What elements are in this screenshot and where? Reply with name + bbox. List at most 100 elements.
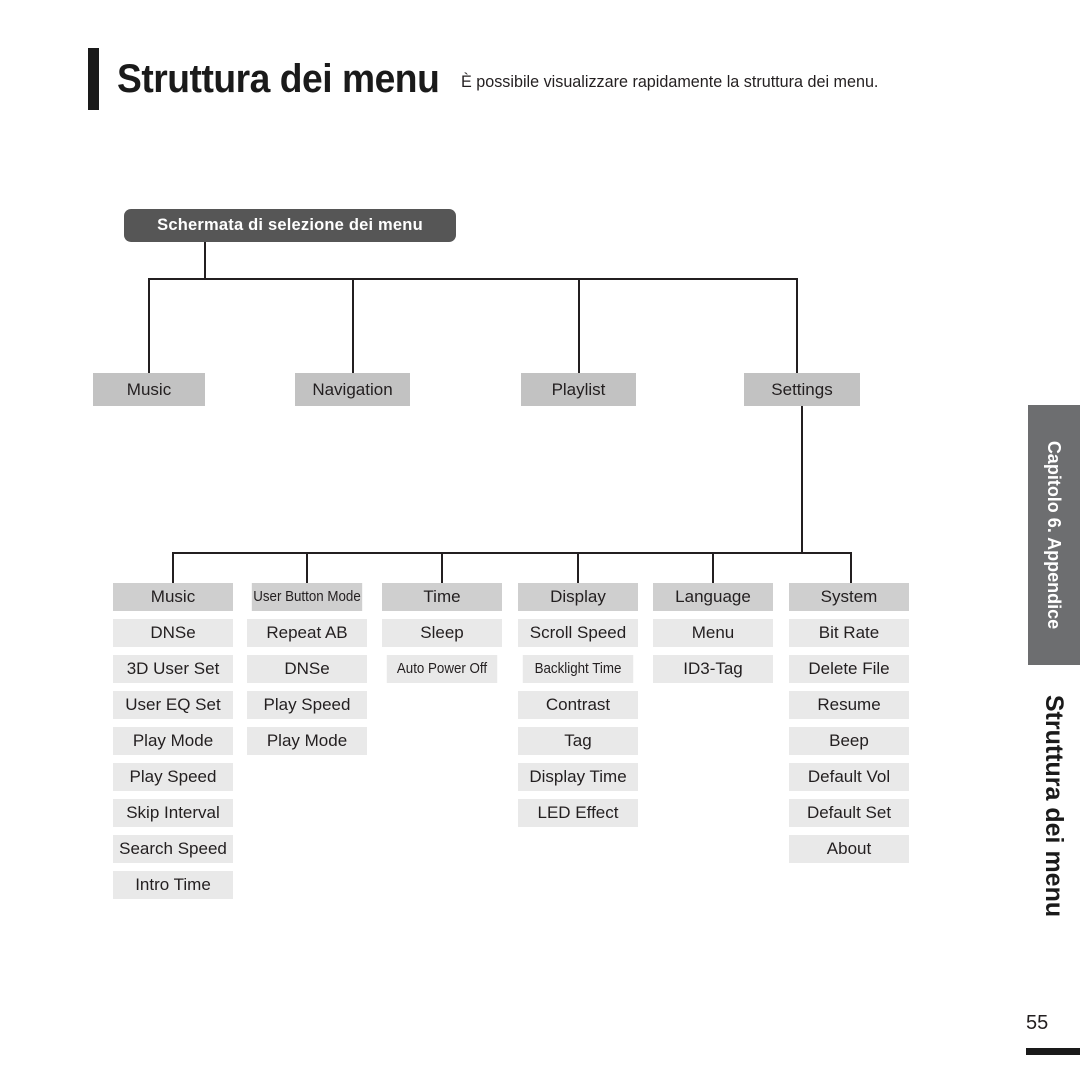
level2-item-dnse[interactable]: DNSe [113, 619, 233, 647]
level2-header-label: Music [150, 587, 196, 606]
page-header: Struttura dei menu È possibile visualizz… [0, 0, 1080, 140]
level2-item-label: ID3-Tag [683, 659, 743, 678]
level2-header-system[interactable]: System [789, 583, 909, 611]
level2-item-label: Backlight Time [534, 661, 622, 677]
level2-item-label: 3D User Set [126, 659, 220, 678]
chapter-tab-label: Capitolo 6. Appendice [1044, 440, 1064, 630]
level2-item-label: Menu [691, 623, 735, 642]
connector-level2-bus [172, 552, 852, 554]
level2-column-display: Display Scroll Speed Backlight Time Cont… [518, 583, 638, 827]
connector-level1-bus [148, 278, 796, 280]
level2-item-label: Sleep [420, 623, 464, 642]
level1-box-playlist[interactable]: Playlist [521, 373, 636, 406]
level1-label-music: Music [126, 379, 172, 399]
level1-label-settings: Settings [771, 379, 833, 399]
connector-drop-language [712, 552, 714, 583]
level2-item-label: Intro Time [135, 875, 211, 894]
level2-item-skip-interval[interactable]: Skip Interval [113, 799, 233, 827]
connector-drop-navigation [352, 278, 354, 373]
level2-header-display[interactable]: Display [518, 583, 638, 611]
level2-item-sleep[interactable]: Sleep [382, 619, 502, 647]
level2-header-label: System [820, 587, 878, 606]
level2-item-label: Play Speed [263, 695, 351, 714]
level2-item-label: Play Mode [132, 731, 214, 750]
level2-item-tag[interactable]: Tag [518, 727, 638, 755]
level2-item-label: DNSe [150, 623, 196, 642]
connector-settings-stem [801, 406, 803, 553]
level2-header-time[interactable]: Time [382, 583, 502, 611]
chapter-tab: Capitolo 6. Appendice [1028, 405, 1080, 665]
page-title: Struttura dei menu [117, 57, 440, 101]
level2-item-play-mode[interactable]: Play Mode [247, 727, 367, 755]
level2-item-menu[interactable]: Menu [653, 619, 773, 647]
level2-item-label: Search Speed [119, 839, 227, 858]
level2-item-delete-file[interactable]: Delete File [789, 655, 909, 683]
level2-item-resume[interactable]: Resume [789, 691, 909, 719]
level2-item-label: Default Set [806, 803, 892, 822]
level2-item-3d-user-set[interactable]: 3D User Set [113, 655, 233, 683]
level2-item-scroll-speed[interactable]: Scroll Speed [518, 619, 638, 647]
level2-item-bit-rate[interactable]: Bit Rate [789, 619, 909, 647]
level2-column-music: Music DNSe 3D User Set User EQ Set Play … [113, 583, 233, 899]
level2-item-label: Delete File [808, 659, 890, 678]
level2-item-label: Auto Power Off [396, 661, 488, 677]
level2-item-label: Default Vol [807, 767, 891, 786]
page-subtitle: È possibile visualizzare rapidamente la … [461, 72, 879, 91]
level2-item-label: Resume [817, 695, 881, 714]
connector-drop-playlist [578, 278, 580, 373]
header-accent-bar [88, 48, 99, 110]
level2-item-label: Repeat AB [266, 623, 348, 642]
level2-header-label: User Button Mode [253, 589, 361, 605]
root-node-label: Schermata di selezione dei menu [157, 216, 423, 234]
level2-item-label: LED Effect [537, 803, 619, 822]
level2-item-search-speed[interactable]: Search Speed [113, 835, 233, 863]
level2-item-backlight-time[interactable]: Backlight Time [522, 655, 634, 683]
level2-item-play-speed[interactable]: Play Speed [113, 763, 233, 791]
level2-item-play-speed[interactable]: Play Speed [247, 691, 367, 719]
level2-item-play-mode[interactable]: Play Mode [113, 727, 233, 755]
level2-item-label: Tag [564, 731, 592, 750]
level2-header-label: Display [550, 587, 606, 606]
level2-item-default-vol[interactable]: Default Vol [789, 763, 909, 791]
level2-item-display-time[interactable]: Display Time [518, 763, 638, 791]
level2-item-label: Beep [829, 731, 869, 750]
connector-drop-music [148, 278, 150, 373]
connector-root-stem [204, 242, 206, 279]
level2-item-id3-tag[interactable]: ID3-Tag [653, 655, 773, 683]
level2-item-label: Play Mode [266, 731, 348, 750]
level2-item-led-effect[interactable]: LED Effect [518, 799, 638, 827]
level2-item-contrast[interactable]: Contrast [518, 691, 638, 719]
level1-box-settings[interactable]: Settings [744, 373, 860, 406]
level1-box-navigation[interactable]: Navigation [295, 373, 410, 406]
level2-item-label: Bit Rate [818, 623, 880, 642]
level2-item-label: Contrast [545, 695, 611, 714]
level2-column-time: Time Sleep Auto Power Off [382, 583, 502, 683]
level2-item-repeat-ab[interactable]: Repeat AB [247, 619, 367, 647]
connector-drop-user-button-mode [306, 552, 308, 583]
level2-item-user-eq-set[interactable]: User EQ Set [113, 691, 233, 719]
level2-item-about[interactable]: About [789, 835, 909, 863]
level2-item-label: Skip Interval [126, 803, 220, 822]
level2-item-label: Display Time [529, 767, 627, 786]
level2-header-user-button-mode[interactable]: User Button Mode [251, 583, 363, 611]
level2-header-language[interactable]: Language [653, 583, 773, 611]
connector-drop-music-sub [172, 552, 174, 583]
level1-label-playlist: Playlist [551, 379, 606, 399]
level2-item-label: About [826, 839, 872, 858]
level2-item-label: DNSe [284, 659, 330, 678]
connector-drop-time [441, 552, 443, 583]
level2-column-language: Language Menu ID3-Tag [653, 583, 773, 683]
root-node-menu-selection-screen: Schermata di selezione dei menu [124, 209, 456, 242]
level2-item-auto-power-off[interactable]: Auto Power Off [386, 655, 498, 683]
level2-header-label: Time [423, 587, 461, 606]
level1-box-music[interactable]: Music [93, 373, 205, 406]
level2-item-default-set[interactable]: Default Set [789, 799, 909, 827]
level2-header-music[interactable]: Music [113, 583, 233, 611]
level2-item-label: Scroll Speed [529, 623, 627, 642]
level2-item-beep[interactable]: Beep [789, 727, 909, 755]
connector-drop-display [577, 552, 579, 583]
level2-item-intro-time[interactable]: Intro Time [113, 871, 233, 899]
page-number: 55 [1026, 1012, 1049, 1034]
level2-item-dnse[interactable]: DNSe [247, 655, 367, 683]
connector-drop-system [850, 552, 852, 583]
